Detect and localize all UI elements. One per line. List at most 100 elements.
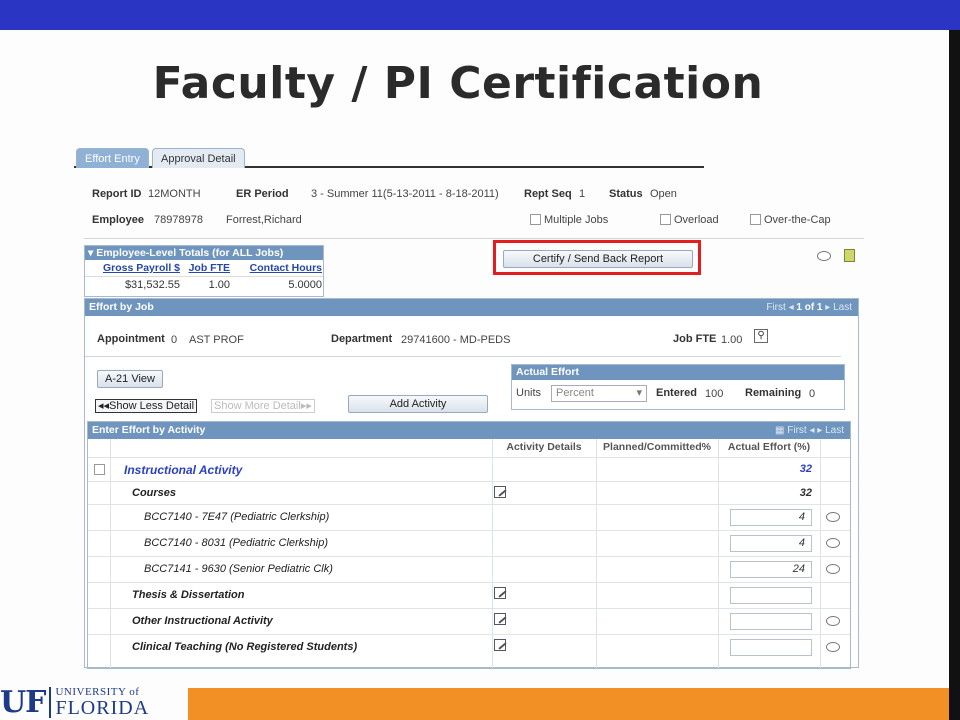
entered-value: 100 <box>705 388 724 400</box>
totals-contact-hours: 5.0000 <box>288 279 322 291</box>
comment-icon[interactable] <box>826 616 840 626</box>
job-fte-value: 1.00 <box>721 334 743 346</box>
comment-icon[interactable] <box>826 642 840 652</box>
comment-icon[interactable] <box>826 512 840 522</box>
nav-next-icon[interactable]: ▸ <box>825 302 833 313</box>
totals-col-job-fte[interactable]: Job FTE <box>180 260 230 276</box>
activity-grid: Enter Effort by Activity ▦ First ◂ ▸ Las… <box>87 421 851 669</box>
totals-values-row: $31,532.55 1.00 5.0000 <box>85 276 323 292</box>
over-the-cap-checkbox[interactable] <box>750 214 761 225</box>
table-row: BCC7140 - 8031 (Pediatric Clerkship) 4 <box>88 530 850 556</box>
totals-col-gross-payroll[interactable]: Gross Payroll $ <box>85 260 180 276</box>
actual-effort-title: Actual Effort <box>516 366 579 378</box>
actual-effort-input[interactable] <box>730 613 812 630</box>
edit-details-icon[interactable] <box>494 486 506 498</box>
uf-logo-line1: UNIVERSITY of <box>55 685 140 698</box>
dropdown-arrow-icon: ▾ <box>636 387 642 399</box>
show-less-detail-button[interactable]: ◂◂Show Less Detail <box>95 399 198 413</box>
top-banner <box>0 0 960 30</box>
instructional-activity-total: 32 <box>799 463 812 475</box>
activity-name: Courses <box>132 487 177 499</box>
uf-logo: UF UNIVERSITY of FLORIDA <box>0 684 149 720</box>
remaining-value: 0 <box>809 388 816 400</box>
uf-logo-mark: UF <box>0 684 46 720</box>
actual-effort-input[interactable] <box>730 639 812 656</box>
table-row: Instructional Activity 32 <box>88 457 850 481</box>
a21-view-button[interactable]: A-21 View <box>97 370 163 388</box>
units-select[interactable]: Percent ▾ <box>551 385 647 402</box>
nav-last[interactable]: Last <box>833 302 852 313</box>
notes-icon[interactable] <box>844 249 855 262</box>
totals-header: ▾ Employee-Level Totals (for ALL Jobs) <box>85 246 323 260</box>
edit-details-icon[interactable] <box>494 613 506 625</box>
nav-first[interactable]: First <box>766 302 785 313</box>
report-id-value: 12MONTH <box>148 188 201 200</box>
uf-logo-line2: FLORIDA <box>55 696 150 719</box>
actual-effort-box: Actual Effort Units Percent ▾ Entered 100… <box>511 364 845 410</box>
uf-logo-wordmark: UNIVERSITY of FLORIDA <box>49 685 150 719</box>
totals-column-headers: Gross Payroll $ Job FTE Contact Hours <box>85 260 323 276</box>
activity-grid-title: Enter Effort by Activity <box>92 424 206 436</box>
actual-effort-header: Actual Effort <box>512 365 844 380</box>
actual-effort-input[interactable]: 24 <box>730 561 812 578</box>
course-name: BCC7140 - 8031 (Pediatric Clerkship) <box>144 537 329 549</box>
er-period-value: 3 - Summer 11(5-13-2011 - 8-18-2011) <box>311 188 499 200</box>
over-the-cap-label: Over-the-Cap <box>764 214 831 226</box>
employee-level-totals: ▾ Employee-Level Totals (for ALL Jobs) G… <box>84 245 324 297</box>
tab-effort-entry[interactable]: Effort Entry <box>76 148 149 168</box>
edit-details-icon[interactable] <box>494 587 506 599</box>
col-activity-details: Activity Details <box>506 441 582 453</box>
overload-label: Overload <box>674 214 719 226</box>
actual-effort-input[interactable]: 4 <box>730 535 812 552</box>
certify-send-back-button[interactable]: Certify / Send Back Report <box>503 250 693 268</box>
status-label: Status <box>609 188 643 200</box>
row-select-checkbox[interactable] <box>94 464 105 475</box>
grid-view-icon[interactable]: ▦ <box>775 425 787 436</box>
comment-icon[interactable] <box>826 564 840 574</box>
actual-effort-input[interactable]: 4 <box>730 509 812 526</box>
totals-gross-payroll: $31,532.55 <box>124 279 180 291</box>
rept-seq-label: Rept Seq <box>524 188 572 200</box>
job-divider <box>85 356 841 357</box>
add-activity-button[interactable]: Add Activity <box>348 395 488 413</box>
job-fte-label: Job FTE <box>673 333 717 345</box>
appointment-title: AST PROF <box>189 334 244 346</box>
activity-name: Thesis & Dissertation <box>132 589 245 601</box>
grid-nav-last: Last <box>825 425 844 436</box>
multiple-jobs-checkbox[interactable] <box>530 214 541 225</box>
comment-icon[interactable] <box>826 538 840 548</box>
edit-details-icon[interactable] <box>494 639 506 651</box>
entered-label: Entered <box>656 387 697 399</box>
department-value: 29741600 - MD-PEDS <box>401 334 511 346</box>
overload-checkbox[interactable] <box>660 214 671 225</box>
col-actual-effort: Actual Effort (%) <box>727 441 811 453</box>
table-row: BCC7140 - 7E47 (Pediatric Clerkship) 4 <box>88 504 850 530</box>
activity-name: Clinical Teaching (No Registered Student… <box>132 641 358 653</box>
course-name: BCC7140 - 7E47 (Pediatric Clerkship) <box>144 511 330 523</box>
table-row: BCC7141 - 9630 (Senior Pediatric Clk) 24 <box>88 556 850 582</box>
actual-effort-input[interactable] <box>730 587 812 604</box>
appointment-label: Appointment <box>97 333 165 345</box>
job-navigation: First ◂ 1 of 1 ▸ Last <box>766 299 852 316</box>
comment-icon[interactable] <box>817 251 831 261</box>
totals-job-fte: 1.00 <box>208 279 230 291</box>
employee-name: Forrest,Richard <box>226 214 302 226</box>
remaining-label: Remaining <box>745 387 802 399</box>
instructional-activity-link[interactable]: Instructional Activity <box>124 463 242 477</box>
employee-id: 78978978 <box>154 214 203 226</box>
report-id-label: Report ID <box>92 188 142 200</box>
tab-approval-detail[interactable]: Approval Detail <box>152 148 245 168</box>
department-label: Department <box>331 333 393 345</box>
table-row: Clinical Teaching (No Registered Student… <box>88 634 850 660</box>
activity-grid-navigation: ▦ First ◂ ▸ Last <box>775 422 844 439</box>
col-planned-committed: Planned/Committed% <box>603 441 711 453</box>
table-row: Other Instructional Activity <box>88 608 850 634</box>
table-row: Thesis & Dissertation <box>88 582 850 608</box>
table-row: Courses 32 <box>88 481 850 504</box>
lookup-icon[interactable]: ⚲ <box>754 329 768 343</box>
slide-title: Faculty / PI Certification <box>152 58 764 109</box>
header-divider <box>84 238 864 239</box>
effort-by-job-title: Effort by Job <box>89 301 154 313</box>
totals-col-contact-hours[interactable]: Contact Hours <box>230 260 322 276</box>
slide: Faculty / PI Certification Effort Entry … <box>0 0 960 720</box>
